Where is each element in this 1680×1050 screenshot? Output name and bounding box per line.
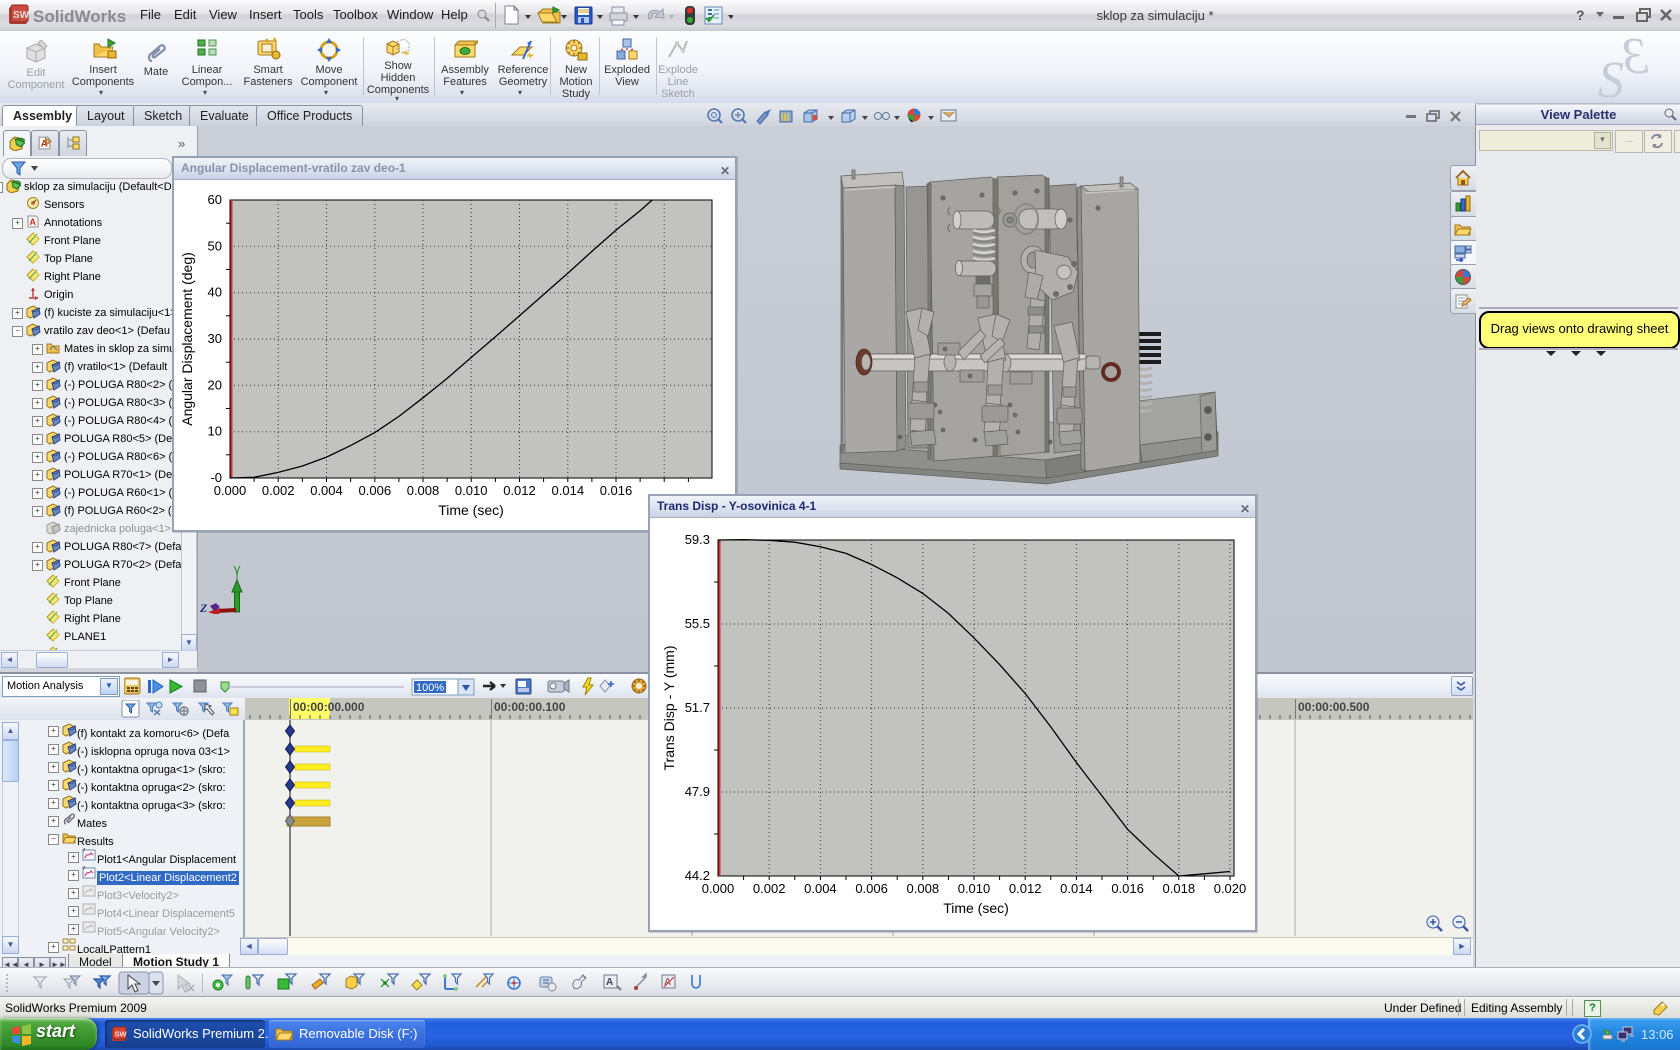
svg-text:A: A — [606, 977, 613, 988]
svg-text:20: 20 — [208, 377, 222, 392]
svg-text:SW: SW — [13, 10, 30, 21]
svg-text:0.004: 0.004 — [804, 881, 837, 896]
svg-text:60: 60 — [208, 192, 222, 207]
svg-text:0.002: 0.002 — [262, 483, 295, 498]
svg-text:47.9: 47.9 — [685, 784, 710, 799]
svg-text:0.018: 0.018 — [1163, 881, 1196, 896]
svg-text:0.008: 0.008 — [407, 483, 440, 498]
svg-text:0.020: 0.020 — [1214, 881, 1247, 896]
svg-text:0.014: 0.014 — [552, 483, 585, 498]
svg-text:0.006: 0.006 — [855, 881, 888, 896]
svg-text:0.016: 0.016 — [1111, 881, 1144, 896]
svg-text:0.000: 0.000 — [214, 483, 247, 498]
svg-text:0.012: 0.012 — [1009, 881, 1042, 896]
svg-text:40: 40 — [208, 285, 222, 300]
svg-text:Time (sec): Time (sec) — [438, 502, 504, 518]
svg-text:0.010: 0.010 — [958, 881, 991, 896]
svg-text:0.012: 0.012 — [503, 483, 536, 498]
svg-text:0.004: 0.004 — [310, 483, 343, 498]
svg-text:0.010: 0.010 — [455, 483, 488, 498]
svg-text:100%: 100% — [416, 682, 444, 694]
svg-text:0.014: 0.014 — [1060, 881, 1093, 896]
svg-text:Angular Displacement (deg): Angular Displacement (deg) — [179, 252, 195, 426]
svg-text:0.016: 0.016 — [600, 483, 633, 498]
svg-text:Z: Z — [200, 601, 208, 614]
svg-text:50: 50 — [208, 238, 222, 253]
svg-text:0.008: 0.008 — [907, 881, 940, 896]
svg-text:0.006: 0.006 — [359, 483, 392, 498]
svg-text:Time (sec): Time (sec) — [943, 900, 1009, 916]
svg-text:10: 10 — [208, 424, 222, 439]
svg-text:Trans Disp - Y (mm): Trans Disp - Y (mm) — [661, 646, 677, 771]
svg-text:0.002: 0.002 — [753, 881, 786, 896]
svg-text:55.5: 55.5 — [685, 616, 710, 631]
svg-text:51.7: 51.7 — [685, 700, 710, 715]
svg-text:0.000: 0.000 — [702, 881, 735, 896]
svg-text:59.3: 59.3 — [685, 532, 710, 547]
svg-text:SW: SW — [115, 1030, 128, 1039]
svg-text:30: 30 — [208, 331, 222, 346]
